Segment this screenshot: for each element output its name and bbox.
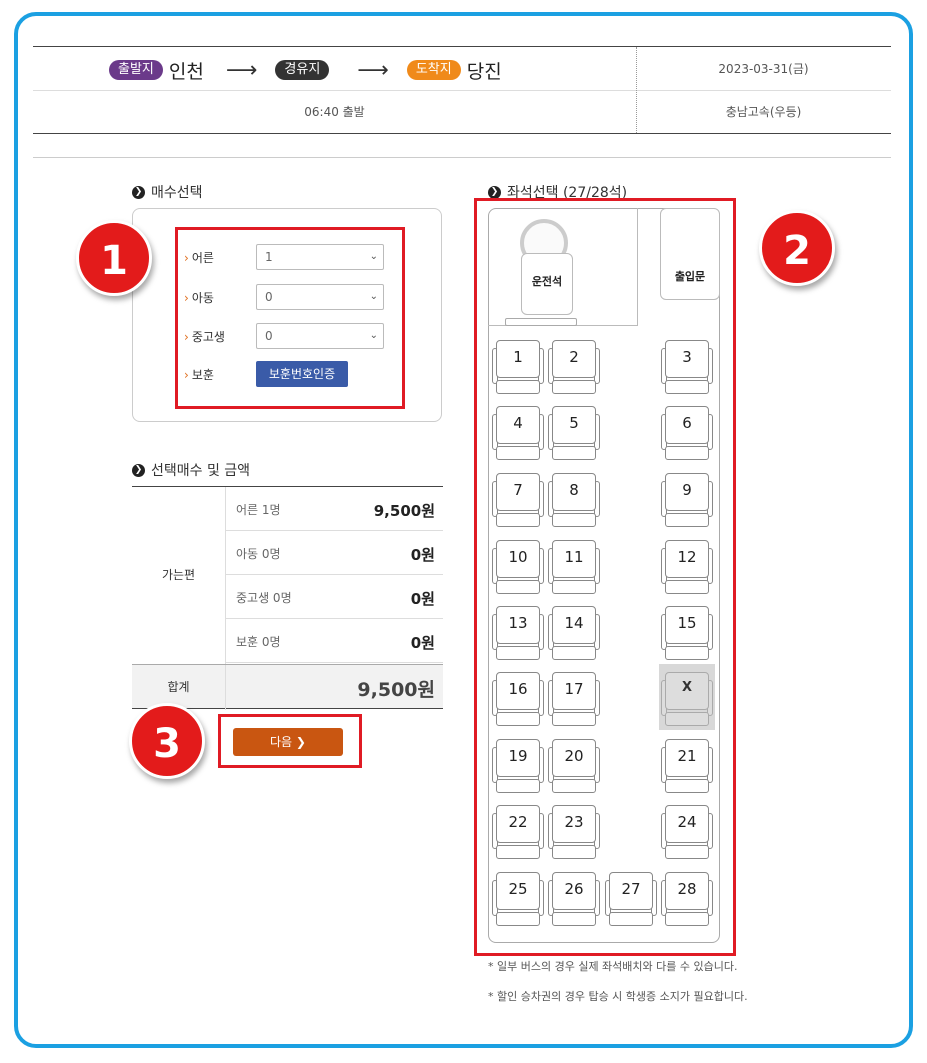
total-row: 합계 9,500원 [132, 664, 443, 710]
departure-city: 인천 [168, 60, 204, 83]
via-tag: 경유지 [275, 60, 330, 80]
seat-note: * 일부 버스의 경우 실제 좌석배치와 다를 수 있습니다. [488, 960, 738, 973]
departure-time: 06:40 출발 [304, 105, 365, 119]
step-marker-3: 3 [129, 703, 205, 779]
arrival-city: 당진 [466, 60, 502, 83]
summary-row-child: 아동 0명 0원 [226, 531, 443, 575]
summary-row-adult: 어른 1명 9,500원 [226, 487, 443, 531]
summary-row-label: 중고생 0명 [236, 591, 292, 605]
summary-row-label: 보훈 0명 [236, 635, 281, 649]
arrow-right-icon: ⟶ [225, 57, 258, 83]
highlight-box-next-button [218, 714, 362, 768]
summary-row-amount: 0원 [410, 546, 435, 564]
price-summary-table: 가는편 어른 1명 9,500원 아동 0명 0원 중고생 0명 0원 보훈 0… [132, 486, 443, 710]
step-marker-2: 2 [759, 210, 835, 286]
summary-row-label: 아동 0명 [236, 547, 281, 561]
chevron-right-icon: ❯ [132, 463, 145, 477]
highlight-box-seat-map [474, 198, 736, 956]
summary-row-veteran: 보훈 0명 0원 [226, 619, 443, 663]
seat-note: * 할인 승차권의 경우 탑승 시 학생증 소지가 필요합니다. [488, 990, 748, 1003]
chevron-right-icon: ❯ [488, 185, 501, 199]
step-marker-1: 1 [76, 220, 152, 296]
ticket-count-title-text: 매수선택 [151, 185, 203, 201]
route-header: 출발지 인천 ⟶ 경유지 ⟶ 도착지 당진 2023-03-31(금) 06:4… [33, 46, 891, 134]
chevron-right-icon: ❯ [132, 185, 145, 199]
total-amount: 9,500원 [357, 679, 435, 701]
ticket-count-title: ❯ 매수선택 [132, 182, 203, 202]
departure-date: 2023-03-31(금) [718, 62, 809, 76]
summary-title-text: 선택매수 및 금액 [151, 463, 251, 479]
total-label: 합계 [132, 665, 226, 710]
summary-row-label: 어른 1명 [236, 503, 281, 517]
direction-label: 가는편 [132, 487, 226, 664]
route-summary: 출발지 인천 ⟶ 경유지 ⟶ 도착지 당진 [109, 57, 502, 83]
arrival-tag: 도착지 [406, 60, 461, 80]
section-divider [33, 157, 891, 158]
summary-row-amount: 0원 [410, 590, 435, 608]
bus-company: 충남고속(우등) [725, 105, 802, 119]
arrow-right-icon: ⟶ [357, 57, 389, 83]
summary-row-student: 중고생 0명 0원 [226, 575, 443, 619]
summary-title: ❯ 선택매수 및 금액 [132, 460, 250, 480]
summary-row-amount: 9,500원 [373, 502, 435, 520]
summary-row-amount: 0원 [410, 634, 435, 652]
highlight-box-ticket-count [175, 227, 405, 409]
departure-tag: 출발지 [109, 60, 163, 80]
